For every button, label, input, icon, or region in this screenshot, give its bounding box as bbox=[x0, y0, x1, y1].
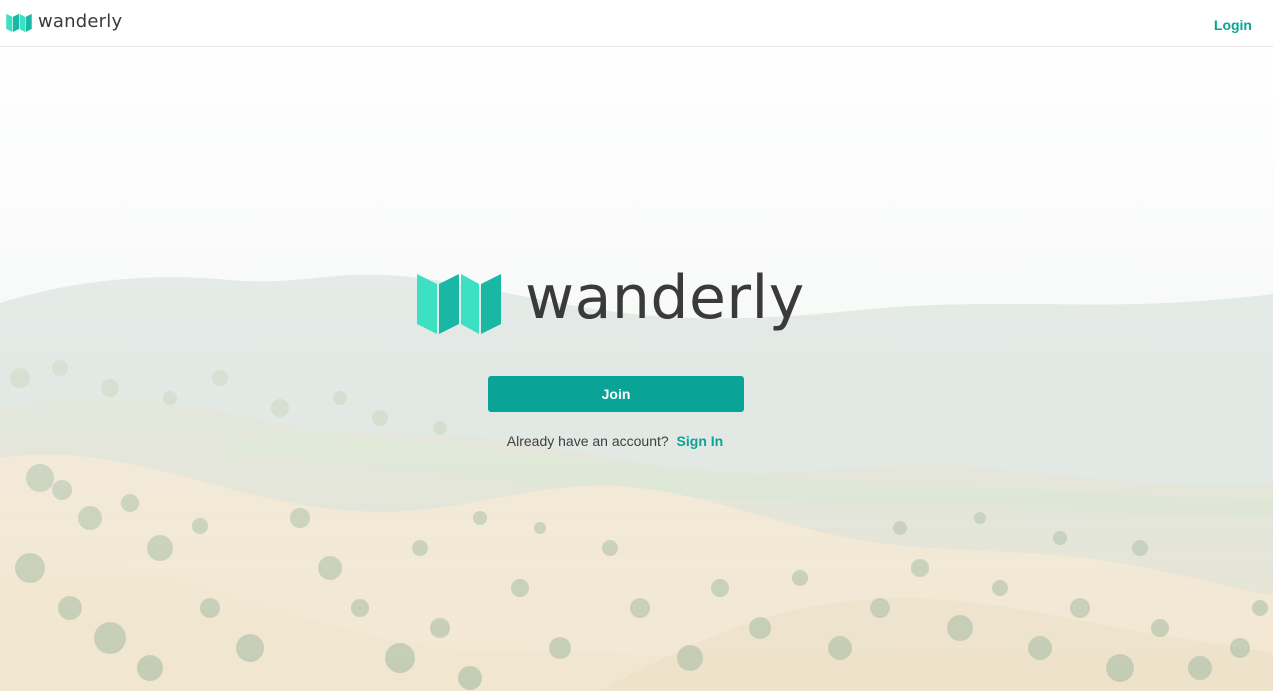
signin-prompt-line: Already have an account? Sign In bbox=[0, 433, 1230, 449]
folded-map-icon bbox=[417, 274, 501, 334]
hero-brand-name: wanderly bbox=[525, 263, 805, 333]
hero-logo: wanderly bbox=[417, 263, 805, 334]
sign-in-link[interactable]: Sign In bbox=[677, 433, 724, 449]
hero-content: wanderly Join Already have an account? S… bbox=[0, 0, 1273, 691]
folded-map-icon bbox=[6, 13, 32, 32]
page: wanderly Login wanderly Join Already hav… bbox=[0, 0, 1273, 691]
login-link[interactable]: Login bbox=[1214, 17, 1252, 33]
top-navbar: wanderly Login bbox=[0, 0, 1273, 47]
signin-prompt-text: Already have an account? bbox=[506, 433, 669, 449]
join-button[interactable]: Join bbox=[488, 376, 744, 412]
brand-name: wanderly bbox=[38, 11, 123, 32]
brand-home-link[interactable]: wanderly bbox=[6, 10, 122, 34]
